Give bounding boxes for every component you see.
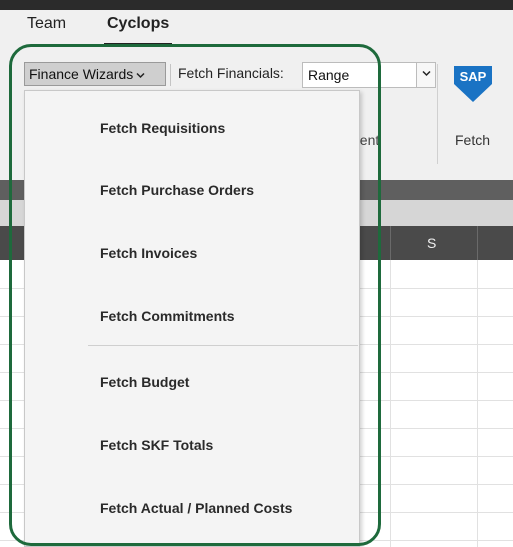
fetch-group-label: Fetch bbox=[455, 132, 491, 148]
column-divider bbox=[390, 226, 391, 260]
tab-team[interactable]: Team bbox=[27, 15, 66, 33]
highlight-outline bbox=[9, 44, 381, 546]
sap-logo-text: SAP bbox=[460, 69, 487, 84]
column-divider bbox=[477, 226, 478, 260]
chevron-down-icon[interactable] bbox=[416, 63, 435, 87]
column-header-s[interactable]: S bbox=[427, 235, 436, 251]
sap-logo-icon[interactable]: SAP bbox=[452, 64, 494, 104]
window-top-bar bbox=[0, 0, 513, 10]
grid-column-line bbox=[477, 260, 478, 547]
ribbon-group-separator bbox=[437, 64, 438, 164]
grid-column-line bbox=[390, 260, 391, 547]
tab-cyclops[interactable]: Cyclops bbox=[107, 15, 169, 33]
